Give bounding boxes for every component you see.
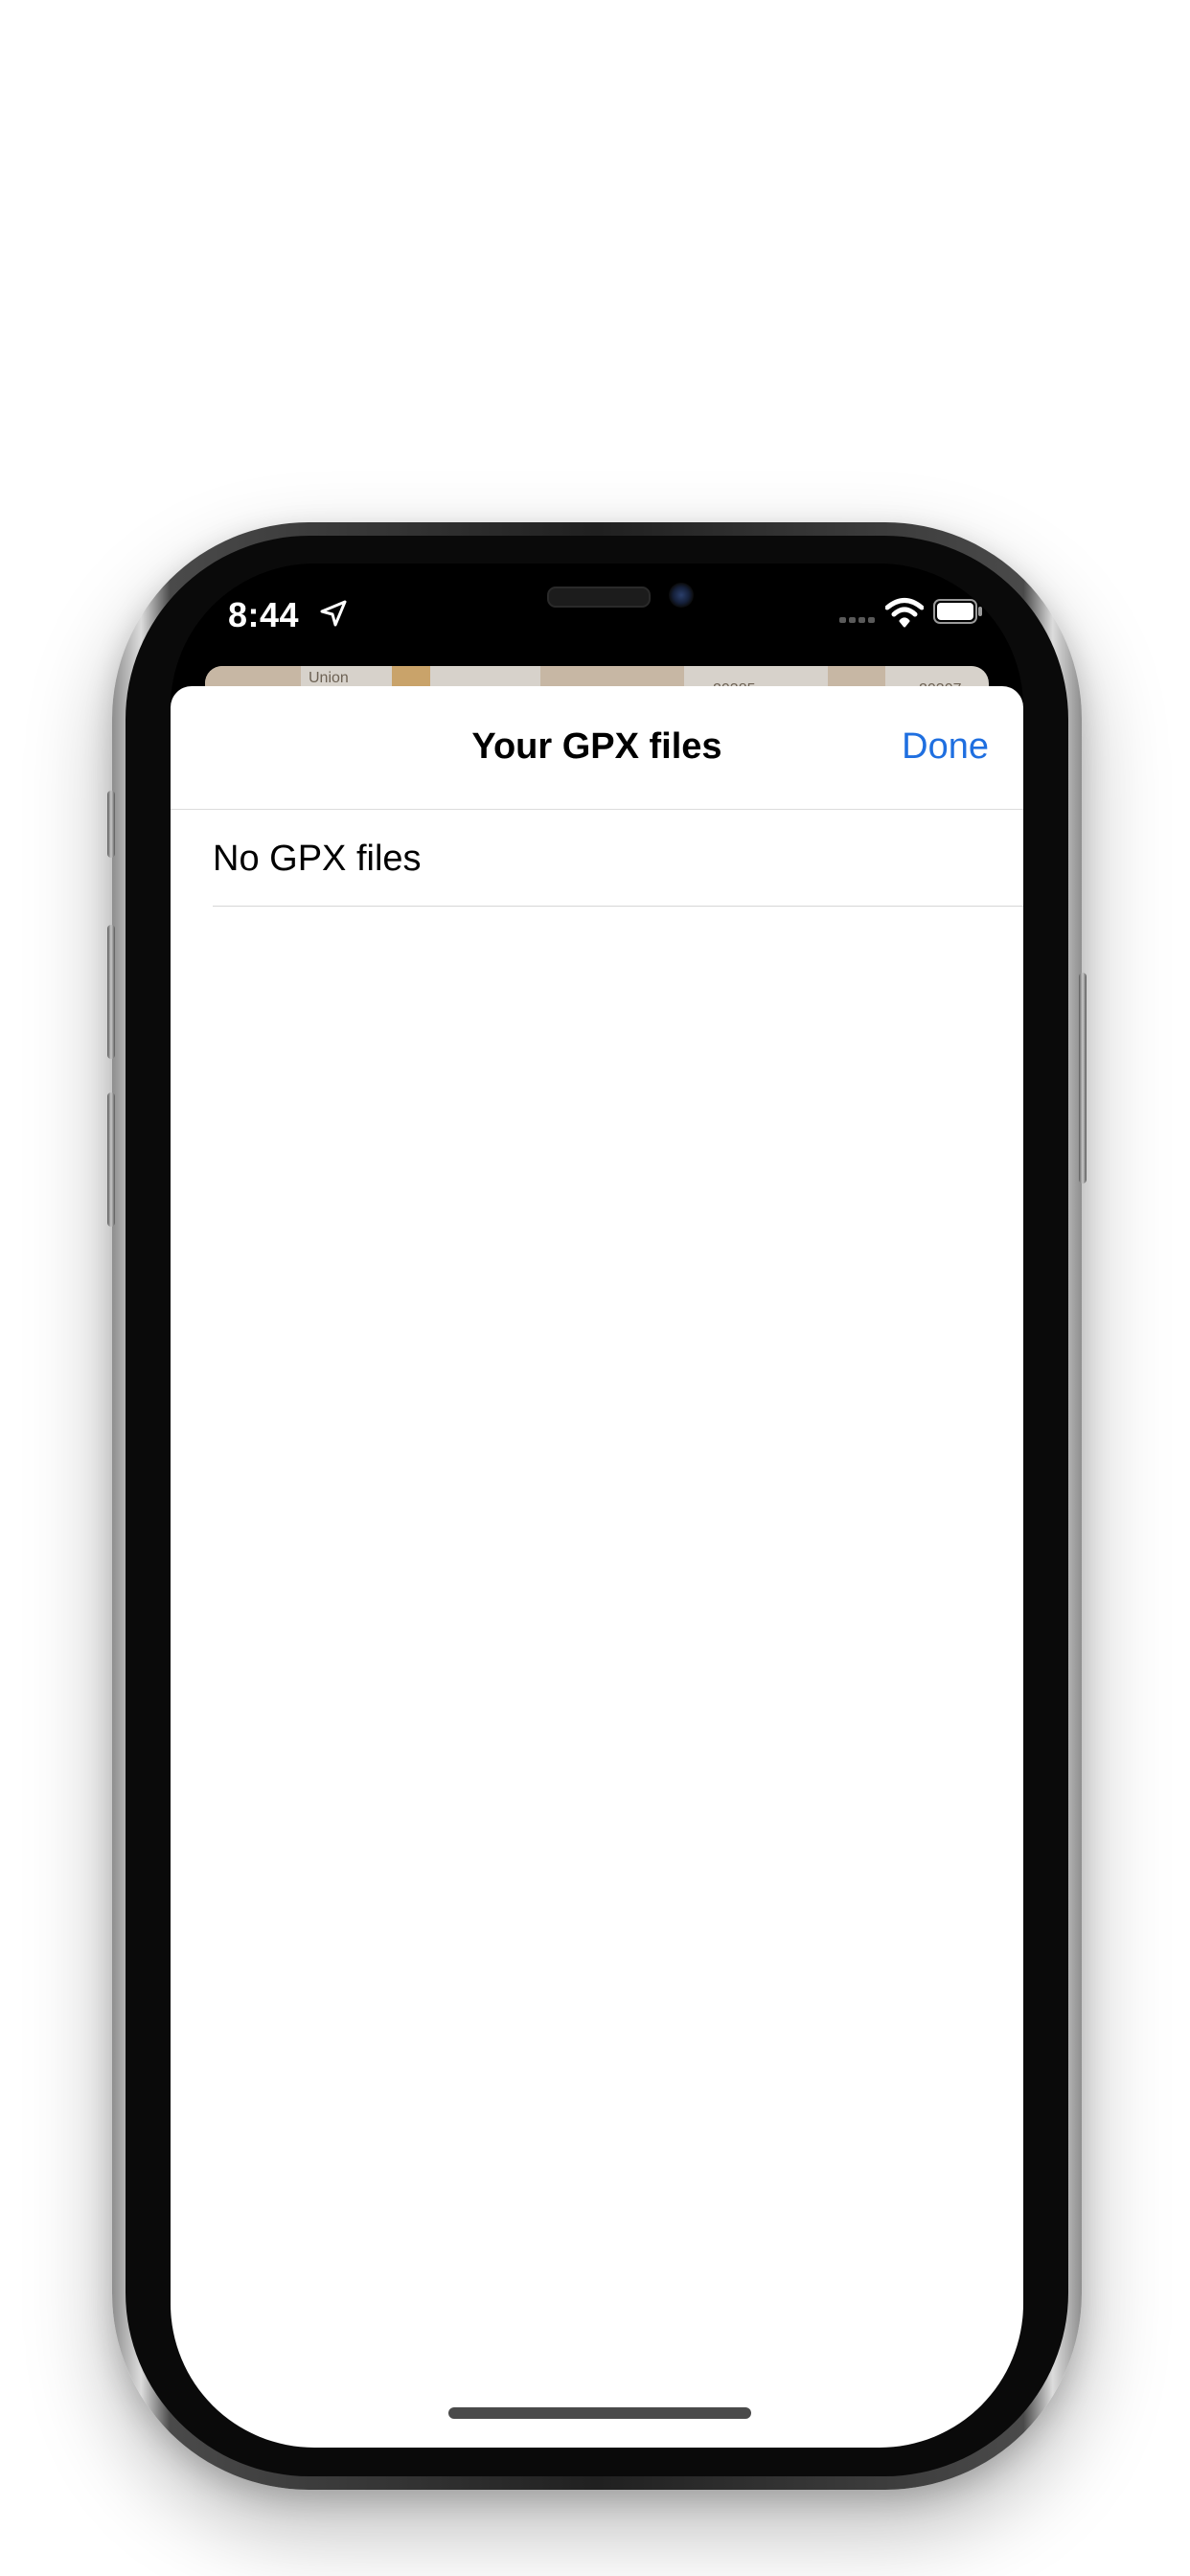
stage: 8:44 Union Your GPX files Done No GPX fi… (0, 0, 1190, 2576)
wifi-icon (885, 598, 924, 628)
front-camera (669, 583, 694, 608)
phone-frame: 8:44 Union Your GPX files Done No GPX fi… (107, 522, 1087, 2490)
list-item: No GPX files (213, 810, 1023, 907)
navigation-bar: Your GPX files Done (171, 686, 1023, 810)
notch (377, 564, 817, 632)
status-time: 8:44 (228, 595, 300, 634)
done-button[interactable]: Done (902, 726, 989, 768)
volume-up-button (107, 925, 115, 1059)
silent-switch (107, 791, 115, 858)
map-label-union: Union (309, 670, 349, 686)
empty-state-label: No GPX files (213, 839, 422, 879)
page-title: Your GPX files (471, 726, 722, 767)
earpiece-speaker (547, 586, 651, 608)
battery-icon (933, 599, 982, 624)
volume-down-button (107, 1092, 115, 1227)
location-arrow-icon (320, 600, 347, 627)
phone-screen: 8:44 Union Your GPX files Done No GPX fi… (171, 564, 1023, 2448)
gpx-files-sheet: Your GPX files Done No GPX files (171, 686, 1023, 2448)
cellular-signal-icon (839, 617, 875, 623)
power-button (1079, 973, 1087, 1184)
home-indicator[interactable] (448, 2407, 751, 2419)
